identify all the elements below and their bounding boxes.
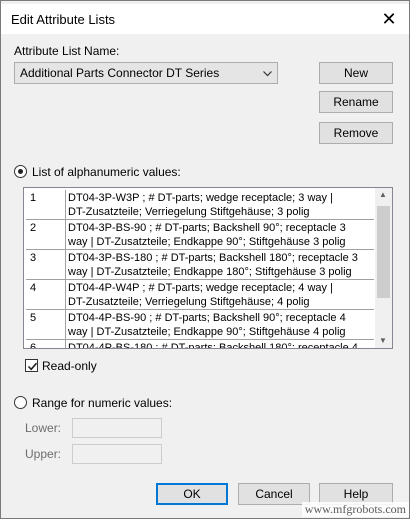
- list-item-text: DT04-4P-BS-90 ; # DT-parts; Backshell 90…: [68, 312, 346, 338]
- list-item-text: DT04-4P-BS-180 ; # DT-parts; Backshell 1…: [68, 342, 358, 349]
- chevron-down-icon: [263, 71, 272, 77]
- read-only-checkbox[interactable]: [25, 359, 38, 372]
- list-item-text: DT04-4P-W4P ; # DT-parts; wedge receptac…: [68, 282, 333, 308]
- list-item-number: 6: [26, 340, 66, 348]
- new-button[interactable]: New: [319, 62, 393, 84]
- attribute-list-name-label: Attribute List Name:: [14, 44, 120, 58]
- upper-field[interactable]: [72, 444, 162, 464]
- title-bar: Edit Attribute Lists ✕: [1, 4, 409, 34]
- list-item-number: 5: [26, 310, 66, 340]
- numeric-range-label: Range for numeric values:: [32, 396, 173, 410]
- scroll-up-icon[interactable]: ▲: [379, 190, 387, 199]
- close-icon: ✕: [381, 9, 397, 29]
- list-item[interactable]: 4 DT04-4P-W4P ; # DT-parts; wedge recepta…: [26, 280, 374, 310]
- close-button[interactable]: ✕: [375, 7, 403, 31]
- list-item-number: 3: [26, 250, 66, 280]
- checkmark-icon: [27, 362, 38, 371]
- values-rows: 1 DT04-3P-W3P ; # DT-parts; wedge recepta…: [26, 190, 374, 349]
- read-only-label: Read-only: [42, 359, 97, 373]
- attribute-list-name-value: Additional Parts Connector DT Series: [20, 66, 220, 80]
- list-item-number: 2: [26, 220, 66, 250]
- rename-button[interactable]: Rename: [319, 91, 393, 113]
- edit-attribute-lists-dialog: Edit Attribute Lists ✕ Attribute List Na…: [0, 0, 410, 519]
- attribute-list-name-dropdown[interactable]: Additional Parts Connector DT Series: [14, 62, 278, 84]
- scrollbar-thumb[interactable]: [377, 206, 390, 298]
- lower-label: Lower:: [25, 421, 62, 435]
- list-item[interactable]: 1 DT04-3P-W3P ; # DT-parts; wedge recepta…: [26, 190, 374, 220]
- cancel-button[interactable]: Cancel: [238, 483, 310, 505]
- list-item[interactable]: 6 DT04-4P-BS-180 ; # DT-parts; Backshell …: [26, 340, 374, 349]
- list-item-number: 4: [26, 280, 66, 310]
- remove-button[interactable]: Remove: [319, 122, 393, 144]
- scroll-down-icon[interactable]: ▼: [379, 336, 387, 345]
- list-item[interactable]: 2 DT04-3P-BS-90 ; # DT-parts; Backshell 9…: [26, 220, 374, 250]
- list-item[interactable]: 5 DT04-4P-BS-90 ; # DT-parts; Backshell 9…: [26, 310, 374, 340]
- alphanumeric-values-radio[interactable]: [14, 165, 27, 178]
- list-item-text: DT04-3P-BS-90 ; # DT-parts; Backshell 90…: [68, 222, 346, 248]
- list-vertical-scrollbar[interactable]: ▲ ▼: [375, 188, 392, 348]
- list-item-number: 1: [26, 190, 66, 220]
- radio-selected-dot: [18, 169, 23, 174]
- ok-button[interactable]: OK: [156, 483, 228, 505]
- numeric-range-radio[interactable]: [14, 396, 27, 409]
- alphanumeric-values-label: List of alphanumeric values:: [32, 165, 181, 179]
- list-item-text: DT04-3P-BS-180 ; # DT-parts; Backshell 1…: [68, 252, 358, 278]
- upper-label: Upper:: [25, 447, 62, 461]
- dialog-title: Edit Attribute Lists: [11, 12, 116, 27]
- list-item-text: DT04-3P-W3P ; # DT-parts; wedge receptac…: [68, 192, 333, 218]
- lower-field[interactable]: [72, 418, 162, 438]
- alphanumeric-values-list[interactable]: 1 DT04-3P-W3P ; # DT-parts; wedge recepta…: [23, 187, 393, 349]
- list-item[interactable]: 3 DT04-3P-BS-180 ; # DT-parts; Backshell …: [26, 250, 374, 280]
- watermark-text: www.mfgrobots.com: [301, 502, 409, 517]
